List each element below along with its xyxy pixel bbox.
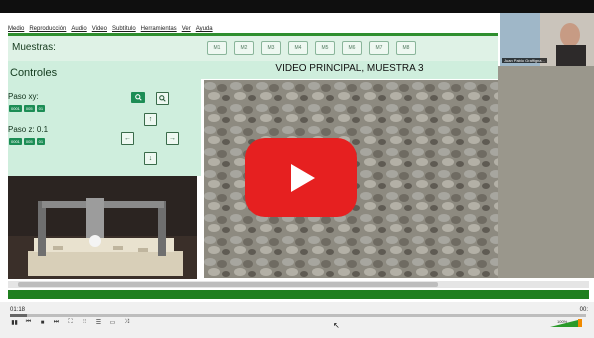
menu-item-ver[interactable]: Ver bbox=[182, 26, 191, 32]
shuffle-button[interactable]: ⤨ bbox=[122, 318, 131, 327]
sample-buttons: M1 M2 M3 M4 M5 M6 M7 M8 bbox=[207, 41, 416, 55]
mouse-cursor: ↖ bbox=[333, 321, 340, 330]
stop-button[interactable]: ■ bbox=[38, 318, 47, 327]
time-total: 00: bbox=[579, 307, 588, 313]
scrollbar-thumb[interactable] bbox=[18, 282, 438, 287]
arrow-left-icon: ← bbox=[124, 135, 131, 142]
previous-button[interactable]: ⏮ bbox=[24, 318, 33, 327]
arrow-down-icon: ↓ bbox=[148, 155, 153, 162]
search-icon bbox=[159, 95, 166, 102]
step-z-button-01[interactable]: 01 bbox=[36, 138, 46, 145]
sample-button-m2[interactable]: M2 bbox=[234, 41, 254, 55]
horizontal-scrollbar[interactable] bbox=[8, 281, 589, 288]
machine-camera-image bbox=[8, 176, 197, 279]
sample-button-m6[interactable]: M6 bbox=[342, 41, 362, 55]
bottom-green-bar bbox=[8, 290, 589, 299]
sample-button-m3[interactable]: M3 bbox=[261, 41, 281, 55]
step-z-button-0001[interactable]: 0001 bbox=[9, 138, 22, 145]
play-button[interactable] bbox=[245, 138, 357, 217]
step-xy-button-0001[interactable]: 0001 bbox=[9, 105, 22, 112]
sample-button-m1[interactable]: M1 bbox=[207, 41, 227, 55]
arrow-right-button[interactable]: → bbox=[166, 132, 179, 145]
arrow-right-icon: → bbox=[169, 135, 176, 142]
menu-item-herramientas[interactable]: Herramientas bbox=[141, 26, 177, 32]
step-xy-label: Paso xy: bbox=[8, 92, 39, 101]
step-z-label: Paso z: 0.1 bbox=[8, 125, 49, 134]
time-elapsed: 01:18 bbox=[10, 307, 26, 313]
menu-item-audio[interactable]: Audio bbox=[71, 26, 86, 32]
sample-button-m4[interactable]: M4 bbox=[288, 41, 308, 55]
arrow-down-button[interactable]: ↓ bbox=[144, 152, 157, 165]
muestras-label: Muestras: bbox=[12, 42, 56, 53]
arrow-left-button[interactable]: ← bbox=[121, 132, 134, 145]
extended-settings-button[interactable]: ⫶⫶ bbox=[80, 318, 89, 327]
play-icon bbox=[291, 163, 315, 192]
webcam-participant-name: Juan Pablo Graffigna... bbox=[502, 58, 547, 63]
controls-title: Controles bbox=[10, 67, 58, 79]
step-xy-buttons: 0001 005 01 bbox=[9, 105, 46, 112]
video-right-strip bbox=[498, 66, 594, 278]
menu-item-subtitulo[interactable]: Subtítulo bbox=[112, 26, 136, 32]
menu-item-video[interactable]: Video bbox=[92, 26, 107, 32]
zoom-out-button[interactable] bbox=[156, 92, 169, 105]
seek-progress bbox=[10, 314, 28, 317]
step-z-button-005[interactable]: 005 bbox=[23, 138, 35, 145]
fullscreen-button[interactable]: ⛶ bbox=[66, 318, 75, 327]
menu-item-medio[interactable]: Medio bbox=[8, 26, 24, 32]
volume-percent: 100% bbox=[557, 319, 568, 324]
menu-item-reproduccion[interactable]: Reproducción bbox=[29, 26, 66, 32]
zoom-in-button[interactable] bbox=[131, 92, 145, 103]
menu-item-ayuda[interactable]: Ayuda bbox=[196, 26, 213, 32]
player-controls: ▮▮ ⏮ ■ ⏭ ⛶ ⫶⫶ ☰ ▭ ⤨ bbox=[10, 318, 131, 327]
arrow-up-button[interactable]: ↑ bbox=[144, 113, 157, 126]
arrow-up-icon: ↑ bbox=[148, 116, 153, 123]
step-xy-button-005[interactable]: 005 bbox=[23, 105, 35, 112]
step-z-buttons: 0001 005 01 bbox=[9, 138, 46, 145]
video-title: VIDEO PRINCIPAL, MUESTRA 3 bbox=[275, 63, 424, 74]
step-xy-button-01[interactable]: 01 bbox=[36, 105, 46, 112]
search-icon bbox=[134, 94, 142, 101]
top-black-bar bbox=[0, 0, 594, 13]
playlist-button[interactable]: ☰ bbox=[94, 318, 103, 327]
sample-button-m8[interactable]: M8 bbox=[396, 41, 416, 55]
sample-button-m5[interactable]: M5 bbox=[315, 41, 335, 55]
seek-bar[interactable] bbox=[10, 314, 586, 317]
pause-button[interactable]: ▮▮ bbox=[10, 318, 19, 327]
loop-button[interactable]: ▭ bbox=[108, 318, 117, 327]
sample-button-m7[interactable]: M7 bbox=[369, 41, 389, 55]
next-button[interactable]: ⏭ bbox=[52, 318, 61, 327]
